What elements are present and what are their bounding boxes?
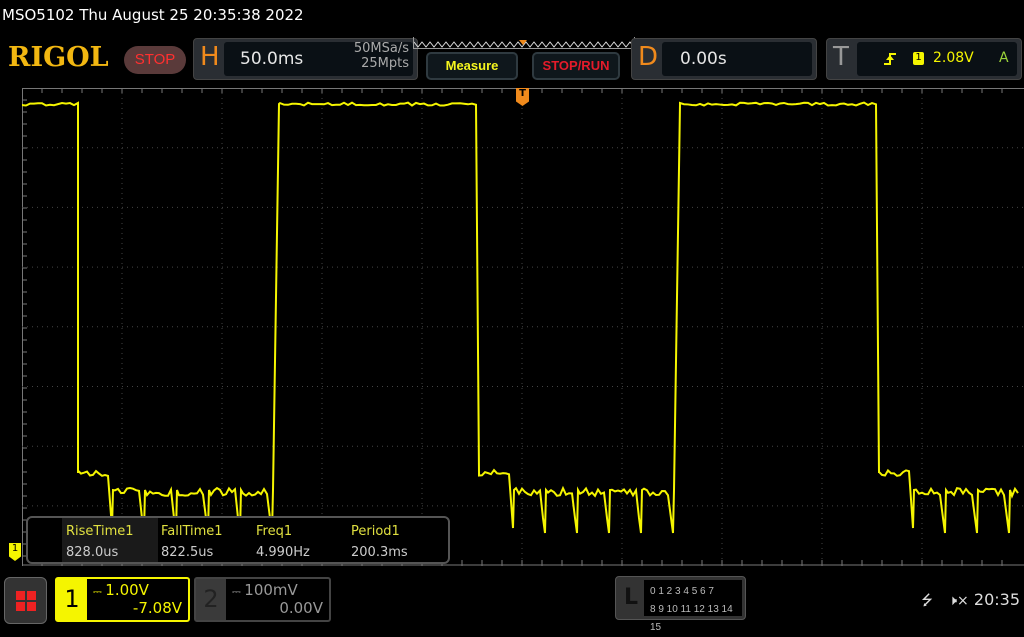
- logic-label: L: [624, 585, 638, 610]
- measure-label: RiseTime1: [66, 524, 134, 539]
- ch1-offset-marker[interactable]: 1: [9, 543, 21, 561]
- run-state-badge[interactable]: STOP: [124, 46, 186, 74]
- status-area: ⭍ 🕨× 20:35: [921, 590, 1020, 614]
- channel-1-number: 1: [57, 579, 87, 620]
- measure-label: Period1: [351, 524, 400, 539]
- trigger-source: 1: [913, 52, 924, 65]
- measure-label: FallTime1: [161, 524, 223, 539]
- trigger-mode: A: [999, 50, 1009, 66]
- measure-label: Freq1: [256, 524, 292, 539]
- dc-coupling-icon: ⎓: [232, 585, 244, 598]
- dc-coupling-icon: ⎓: [93, 585, 105, 598]
- channel-2-offset: 0.00V: [279, 599, 323, 617]
- ch1-waveform: [22, 103, 1018, 533]
- grid-menu-icon: [5, 578, 48, 625]
- memory-depth: 25Mpts: [324, 56, 409, 71]
- channel-1-offset: -7.08V: [133, 599, 182, 617]
- waveform-display[interactable]: [22, 88, 1024, 566]
- delay-label: D: [638, 42, 658, 72]
- memory-position-strip: [413, 37, 635, 49]
- clock: 20:35: [974, 590, 1020, 609]
- measure-button[interactable]: Measure: [426, 52, 518, 80]
- logic-panel[interactable]: L 0 1 2 3 4 5 6 78 9 10 11 12 13 14 15: [615, 576, 746, 620]
- horizontal-panel[interactable]: H 50.0ms 50MSa/s 25Mpts: [193, 38, 418, 80]
- horizontal-label: H: [200, 42, 220, 72]
- stop-run-button[interactable]: STOP/RUN: [532, 52, 620, 80]
- sample-rate: 50MSa/s: [324, 41, 409, 56]
- mute-icon[interactable]: 🕨×: [948, 593, 969, 609]
- timebase-value: 50.0ms: [240, 49, 303, 69]
- rigol-logo: RIGOL: [8, 42, 109, 73]
- delay-panel[interactable]: D 0.00s: [631, 38, 817, 80]
- measure-value: 822.5us: [161, 545, 213, 560]
- window-title: MSO5102 Thu August 25 20:35:38 2022: [2, 6, 304, 24]
- measurement-panel: RiseTime1 828.0us FallTime1 822.5us Freq…: [26, 516, 450, 564]
- delay-value: 0.00s: [680, 49, 727, 69]
- measure-value: 828.0us: [66, 545, 118, 560]
- trigger-panel[interactable]: T 1 2.08V A: [826, 38, 1022, 80]
- channel-1-scale: 1.00V: [105, 581, 149, 599]
- rising-edge-icon: [883, 51, 897, 67]
- measure-value: 200.3ms: [351, 545, 408, 560]
- measure-value: 4.990Hz: [256, 545, 310, 560]
- trigger-label: T: [833, 42, 849, 72]
- channel-2-number: 2: [196, 579, 226, 620]
- channel-2-scale: 100mV: [244, 581, 298, 599]
- channel-1-panel[interactable]: 1 ⎓ 1.00V -7.08V: [55, 577, 190, 622]
- acquisition-info: 50MSa/s 25Mpts: [324, 41, 409, 71]
- trigger-level: 2.08V: [933, 50, 974, 66]
- main-menu-button[interactable]: [4, 577, 47, 624]
- channel-2-panel[interactable]: 2 ⎓ 100mV 0.00V: [194, 577, 331, 622]
- logic-channels-row1: 0 1 2 3 4 5 6 7: [650, 583, 742, 601]
- logic-channels-row2: 8 9 10 11 12 13 14 15: [650, 601, 742, 637]
- usb-icon: ⭍: [921, 593, 933, 609]
